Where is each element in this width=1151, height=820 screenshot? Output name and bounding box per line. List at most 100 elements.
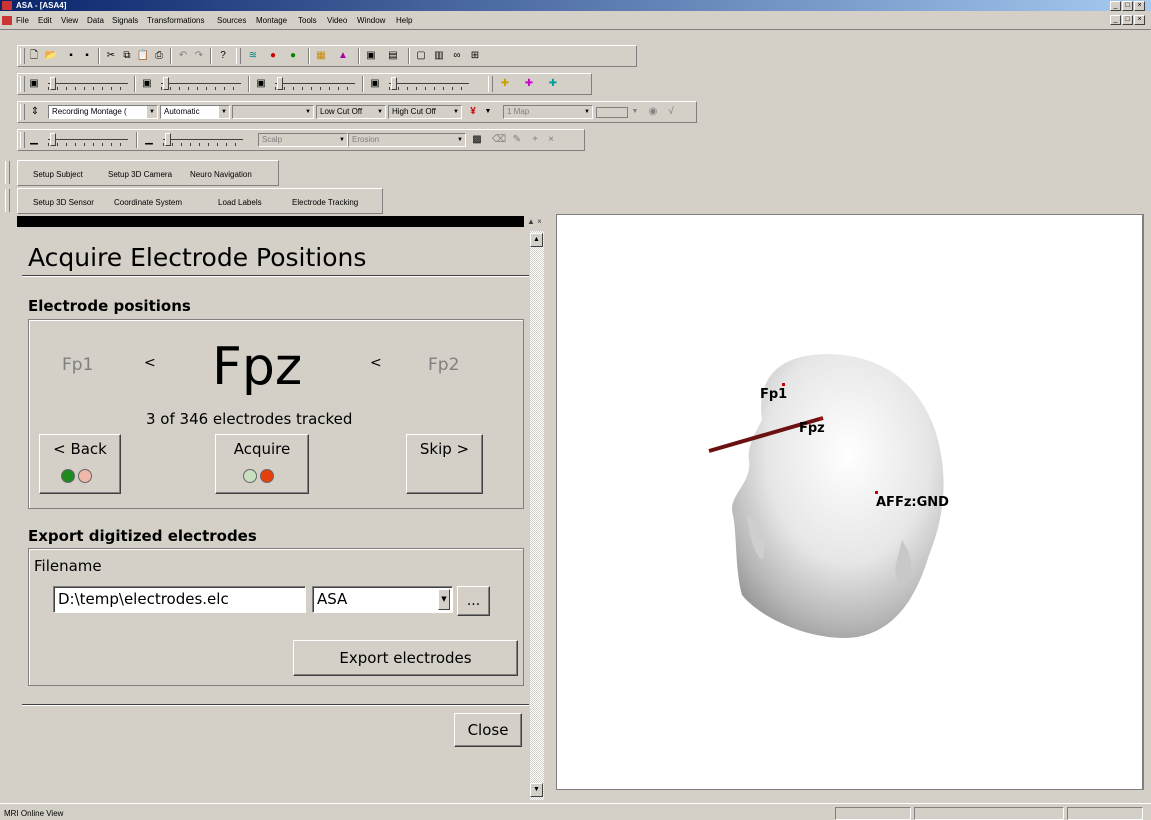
tab-setup-3d-camera[interactable]: Setup 3D Camera	[108, 170, 172, 179]
redo-icon[interactable]: ↷	[192, 49, 206, 63]
image-icon[interactable]: ▣	[364, 49, 378, 63]
copy-icon[interactable]: ⧉	[120, 49, 134, 63]
maximize-button[interactable]: □	[1122, 1, 1133, 11]
threshold-slider-1[interactable]	[48, 133, 128, 147]
scroll-down-icon[interactable]: ▼	[530, 783, 543, 797]
toolbar-grip[interactable]	[20, 76, 25, 92]
threshold-slider-2[interactable]	[163, 133, 243, 147]
sensor-tabbar: Setup 3D Sensor Coordinate System Load L…	[17, 188, 383, 214]
open-folder-icon[interactable]: 📂	[44, 49, 58, 63]
slider-icon-2: ▣	[142, 78, 152, 89]
view-vertical-scrollbar[interactable]	[1143, 214, 1151, 790]
glasses-icon[interactable]: ∞	[450, 49, 464, 63]
close-button[interactable]: Close	[454, 713, 522, 747]
close-window-button[interactable]: ×	[1134, 1, 1145, 11]
skip-button[interactable]: Skip >	[406, 434, 483, 494]
toolbar-grip[interactable]	[20, 132, 25, 148]
undo-icon[interactable]: ↶	[176, 49, 190, 63]
montage-toolbar: ⇕ Recording Montage (▼ Automatic ▼ ▼ Low …	[17, 101, 697, 123]
minimize-button[interactable]: _	[1110, 1, 1121, 11]
tab-load-labels[interactable]: Load Labels	[218, 198, 262, 207]
menu-sources[interactable]: Sources	[217, 16, 246, 25]
skip-button-label: Skip >	[419, 440, 470, 458]
print-icon[interactable]: ⎙	[152, 49, 166, 63]
map-icon[interactable]: ▦	[314, 49, 328, 63]
high-cut-value: High Cut Off	[392, 107, 436, 116]
toolbar-grip[interactable]	[20, 48, 25, 64]
scroll-up-icon[interactable]: ▲	[530, 233, 543, 247]
panel-caption	[17, 216, 524, 227]
scalp-select-value: Scalp	[262, 135, 283, 144]
signals-icon[interactable]: ≋	[246, 49, 260, 63]
chevron-down-icon: ▼	[147, 106, 157, 118]
mri-3d-view[interactable]: Fp1 Fpz AFFz:GND	[556, 214, 1143, 790]
low-cut-select[interactable]: Low Cut Off ▼	[316, 105, 386, 119]
menu-edit[interactable]: Edit	[38, 16, 52, 25]
low-cut-value: Low Cut Off	[320, 107, 363, 116]
export-electrodes-button[interactable]: Export electrodes	[293, 640, 518, 676]
help-icon[interactable]: ?	[216, 49, 230, 63]
menu-montage[interactable]: Montage	[256, 16, 287, 25]
menu-transformations[interactable]: Transformations	[147, 16, 205, 25]
toolbar-grip[interactable]	[20, 104, 25, 120]
back-button-label: < Back	[53, 440, 107, 458]
filename-input[interactable]: D:\temp\electrodes.elc	[53, 586, 306, 613]
paste-icon[interactable]: 📋	[136, 49, 150, 63]
cut-icon[interactable]: ✂	[104, 49, 118, 63]
acquire-button[interactable]: Acquire	[215, 434, 309, 494]
save-all-icon[interactable]: ▪	[80, 49, 94, 63]
tabbar-grip[interactable]	[5, 161, 10, 184]
tab-coordinate-system[interactable]: Coordinate System	[114, 198, 182, 207]
doc-minimize-button[interactable]: _	[1110, 15, 1121, 25]
panel-scrollbar[interactable]	[530, 231, 544, 800]
high-cut-select[interactable]: High Cut Off ▼	[388, 105, 462, 119]
tab-setup-subject[interactable]: Setup Subject	[33, 170, 83, 179]
tab-setup-3d-sensor[interactable]: Setup 3D Sensor	[33, 198, 94, 207]
menu-help[interactable]: Help	[396, 16, 412, 25]
table-icon[interactable]: ▥	[432, 49, 446, 63]
menu-data[interactable]: Data	[87, 16, 104, 25]
tab-electrode-tracking[interactable]: Electrode Tracking	[292, 198, 358, 207]
scaling-select[interactable]: Automatic ▼	[160, 105, 230, 119]
window-icon[interactable]: ▢	[414, 49, 428, 63]
chevron-down-icon[interactable]: ▼	[438, 589, 450, 610]
display-slider-2[interactable]	[161, 77, 241, 91]
menu-signals[interactable]: Signals	[112, 16, 138, 25]
surface-icon[interactable]: ▩	[470, 133, 484, 147]
save-icon[interactable]: ▪	[64, 49, 78, 63]
display-slider-3[interactable]	[275, 77, 355, 91]
chart-icon[interactable]: ▲	[336, 49, 350, 63]
red-light-icon	[260, 469, 274, 483]
display-slider-1[interactable]	[48, 77, 128, 91]
dipole-icon[interactable]: ●	[286, 49, 300, 63]
crosshair-cyan-icon[interactable]: ✚	[546, 77, 560, 91]
section-export: Export digitized electrodes	[28, 527, 257, 545]
doc-close-button[interactable]: ×	[1134, 15, 1145, 25]
montage-toggle-icon[interactable]: ⇕	[28, 105, 42, 119]
doc-restore-button[interactable]: □	[1122, 15, 1133, 25]
view-horizontal-scrollbar[interactable]	[556, 790, 1143, 802]
new-file-icon[interactable]: 🗋	[27, 49, 41, 63]
crosshair-yellow-icon[interactable]: ✚	[498, 77, 512, 91]
menu-view[interactable]: View	[61, 16, 78, 25]
grid-icon[interactable]: ▤	[386, 49, 400, 63]
menu-file[interactable]: File	[16, 16, 29, 25]
menu-tools[interactable]: Tools	[298, 16, 317, 25]
menu-window[interactable]: Window	[357, 16, 385, 25]
tree-icon[interactable]: ⊞	[468, 49, 482, 63]
tab-neuro-navigation[interactable]: Neuro Navigation	[190, 170, 252, 179]
toolbar-grip[interactable]	[236, 48, 241, 64]
browse-button[interactable]: ...	[457, 586, 490, 616]
montage-select[interactable]: Recording Montage (▼	[48, 105, 158, 119]
back-button[interactable]: < Back	[39, 434, 121, 494]
chevron-down-icon[interactable]: ▼	[481, 105, 495, 119]
tabbar-grip[interactable]	[5, 189, 10, 212]
menu-video[interactable]: Video	[327, 16, 347, 25]
display-slider-4[interactable]	[389, 77, 469, 91]
source-icon[interactable]: ●	[266, 49, 280, 63]
panel-close-icon[interactable]: ×	[537, 217, 542, 226]
filter-icon[interactable]: ¥	[466, 105, 480, 119]
format-select[interactable]: ASA ▼	[312, 586, 453, 613]
crosshair-magenta-icon[interactable]: ✚	[522, 77, 536, 91]
toolbar-grip[interactable]	[488, 76, 493, 92]
